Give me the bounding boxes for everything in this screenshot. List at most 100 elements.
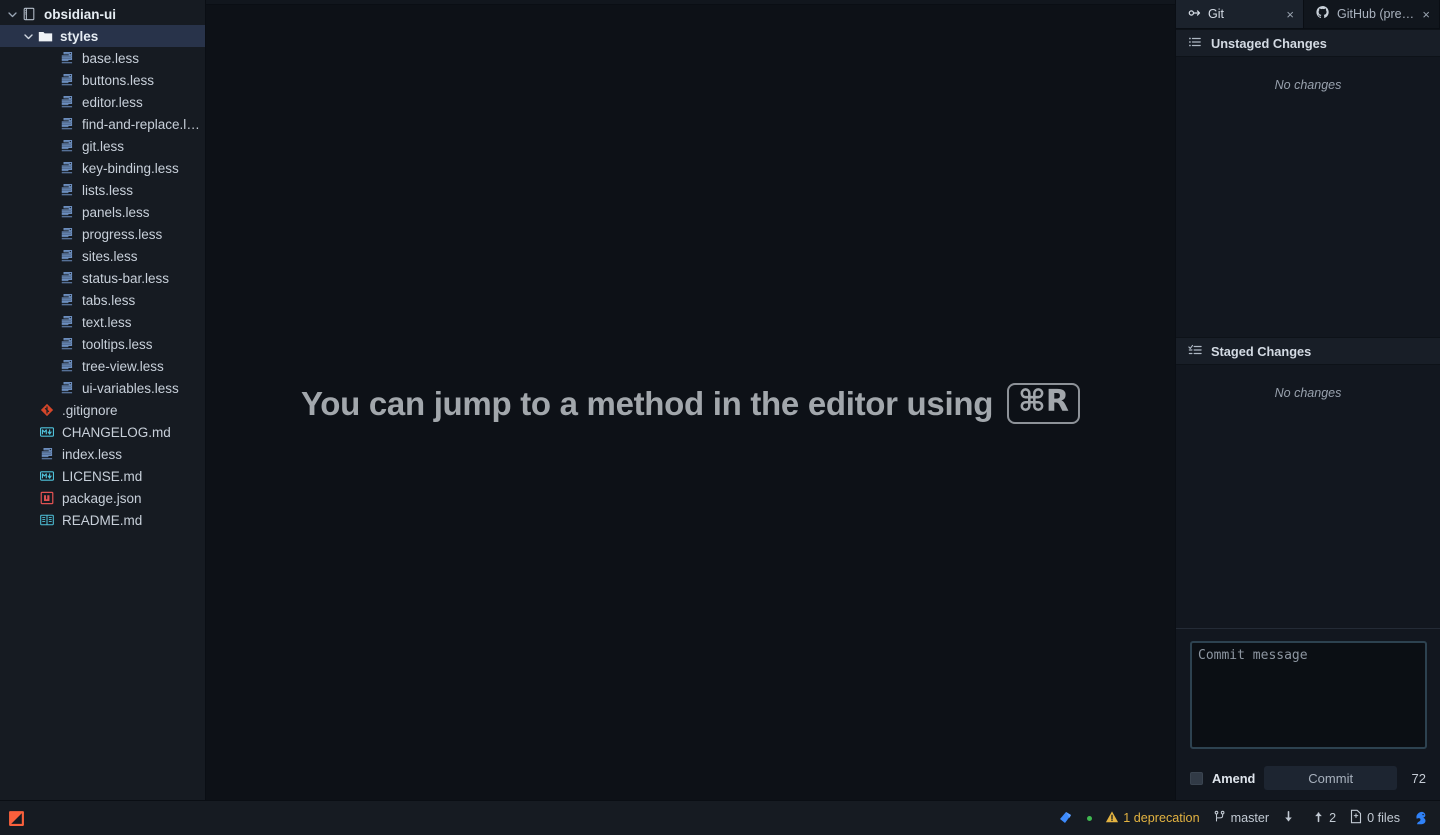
tree-item-label: CHANGELOG.md: [62, 424, 171, 440]
push-indicator[interactable]: 2: [1312, 810, 1336, 827]
dock-tab-bar[interactable]: Git × GitHub (pre… ×: [1176, 0, 1440, 29]
staged-changes-header[interactable]: Staged Changes: [1176, 337, 1440, 365]
teletype-icon[interactable]: [1058, 810, 1074, 826]
tree-item-file[interactable]: tree-view.less: [0, 355, 205, 377]
markdown-icon: [38, 468, 56, 484]
workspace: obsidian-ui styles base.less buttons.less…: [0, 0, 1440, 800]
tree-item-file[interactable]: text.less: [0, 311, 205, 333]
less-icon: [58, 248, 76, 264]
atom-window: obsidian-ui styles base.less buttons.less…: [0, 0, 1440, 835]
tree-item-label: ui-variables.less: [82, 380, 179, 396]
tree-item-file[interactable]: .gitignore: [0, 399, 205, 421]
deprecation-warning[interactable]: 1 deprecation: [1105, 810, 1200, 827]
tree-item-file[interactable]: ui-variables.less: [0, 377, 205, 399]
empty-state-text: No changes: [1274, 78, 1342, 92]
status-bar-right: 1 deprecation master 2 0 files: [1058, 809, 1430, 827]
tree-item-file[interactable]: base.less: [0, 47, 205, 69]
atom-red-icon[interactable]: [8, 810, 25, 827]
tree-item-file[interactable]: status-bar.less: [0, 267, 205, 289]
tree-item-file[interactable]: find-and-replace.less: [0, 113, 205, 135]
status-bar-left: [8, 810, 25, 827]
commit-controls: Amend Commit 72: [1190, 766, 1426, 790]
tree-item-label: package.json: [62, 490, 142, 506]
tree-item-label: progress.less: [82, 226, 163, 242]
tree-item-label: text.less: [82, 314, 132, 330]
github-squirrel[interactable]: [1413, 810, 1430, 826]
section-title: Staged Changes: [1211, 343, 1312, 359]
repo-icon: [20, 6, 38, 22]
push-label: 2: [1329, 811, 1337, 825]
folder-icon: [36, 28, 54, 44]
less-icon: [38, 446, 56, 462]
tree-item-label: index.less: [62, 446, 123, 462]
changed-files-indicator[interactable]: 0 files: [1349, 809, 1400, 827]
tree-view-panel[interactable]: obsidian-ui styles base.less buttons.less…: [0, 0, 206, 800]
tree-root-files-group: .gitignore CHANGELOG.md index.less LICENSE.…: [0, 399, 205, 531]
git-icon: [38, 402, 56, 418]
tree-item-label: key-binding.less: [82, 160, 179, 176]
tree-item-label: .gitignore: [62, 402, 118, 418]
tree-item-file[interactable]: panels.less: [0, 201, 205, 223]
tab-github[interactable]: GitHub (pre… ×: [1304, 0, 1440, 28]
tree-item-file[interactable]: README.md: [0, 509, 205, 531]
changed-files-label: 0 files: [1367, 811, 1400, 825]
arrow-down-icon: [1282, 810, 1295, 827]
tree-item-file[interactable]: CHANGELOG.md: [0, 421, 205, 443]
chevron-down-icon[interactable]: [4, 6, 20, 22]
tree-item-file[interactable]: progress.less: [0, 223, 205, 245]
less-icon: [58, 138, 76, 154]
tree-item-file[interactable]: key-binding.less: [0, 157, 205, 179]
less-icon: [58, 204, 76, 220]
editor-empty-body[interactable]: You can jump to a method in the editor u…: [206, 5, 1175, 800]
git-branch-status[interactable]: master: [1213, 810, 1270, 827]
less-icon: [58, 314, 76, 330]
tree-item-file[interactable]: tabs.less: [0, 289, 205, 311]
section-title: Unstaged Changes: [1211, 35, 1327, 51]
tree-item-file[interactable]: git.less: [0, 135, 205, 157]
linter-dot[interactable]: [1087, 815, 1093, 821]
tree-item-file[interactable]: index.less: [0, 443, 205, 465]
diff-file-icon: [1349, 809, 1363, 827]
less-icon: [58, 50, 76, 66]
unstaged-changes-header[interactable]: Unstaged Changes: [1176, 29, 1440, 57]
less-icon: [58, 72, 76, 88]
tree-item-file[interactable]: package.json: [0, 487, 205, 509]
editor-tip: You can jump to a method in the editor u…: [206, 383, 1175, 424]
tree-item-label: lists.less: [82, 182, 134, 198]
pull-indicator[interactable]: [1282, 810, 1299, 827]
tree-item-file[interactable]: LICENSE.md: [0, 465, 205, 487]
close-icon[interactable]: ×: [1422, 8, 1430, 21]
right-dock: Git × GitHub (pre… × Unstaged Changes No…: [1175, 0, 1440, 800]
tree-item-file[interactable]: editor.less: [0, 91, 205, 113]
tree-item-file[interactable]: lists.less: [0, 179, 205, 201]
tree-item-label: find-and-replace.less: [82, 116, 205, 132]
less-icon: [58, 270, 76, 286]
git-branch-icon: [1187, 6, 1201, 23]
tree-item-styles-folder[interactable]: styles: [0, 25, 205, 47]
list-icon: [1188, 35, 1202, 52]
tab-git[interactable]: Git ×: [1176, 0, 1304, 28]
close-icon[interactable]: ×: [1286, 8, 1294, 21]
green-dot-icon: [1087, 815, 1093, 821]
tree-item-project-root[interactable]: obsidian-ui: [0, 3, 205, 25]
less-icon: [58, 380, 76, 396]
unstaged-changes-list[interactable]: No changes: [1176, 57, 1440, 337]
tree-item-label: panels.less: [82, 204, 150, 220]
tree-item-label: status-bar.less: [82, 270, 170, 286]
branch-label: master: [1230, 811, 1270, 825]
tree-item-label: obsidian-ui: [44, 6, 116, 22]
commit-button[interactable]: Commit: [1264, 766, 1397, 790]
warning-icon: [1105, 810, 1119, 827]
less-icon: [58, 182, 76, 198]
staged-changes-list[interactable]: No changes: [1176, 365, 1440, 628]
amend-checkbox[interactable]: [1190, 771, 1203, 785]
tab-label: GitHub (pre…: [1337, 7, 1415, 21]
editor-tip-text: You can jump to a method in the editor u…: [301, 384, 994, 422]
tree-item-file[interactable]: tooltips.less: [0, 333, 205, 355]
chevron-down-icon[interactable]: [20, 28, 36, 44]
tree-item-file[interactable]: buttons.less: [0, 69, 205, 91]
tree-item-label: tree-view.less: [82, 358, 164, 374]
tree-item-file[interactable]: sites.less: [0, 245, 205, 267]
commit-message-input[interactable]: [1190, 641, 1427, 749]
less-icon: [58, 292, 76, 308]
